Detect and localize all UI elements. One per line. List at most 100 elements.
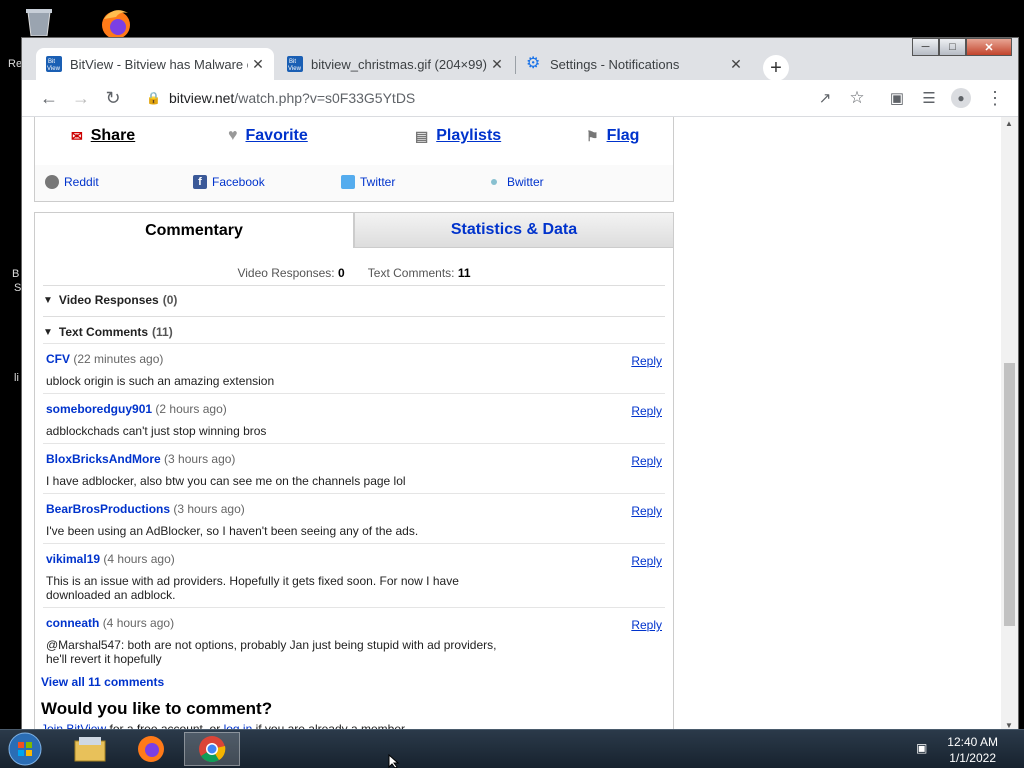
- collapse-triangle-icon: ▼: [43, 294, 53, 306]
- extensions-puzzle-icon[interactable]: ▣: [885, 86, 909, 110]
- browser-toolbar: ← → ↻ 🔒 bitview.net/watch.php?v=s0F33G5Y…: [22, 80, 1018, 117]
- recycle-bin-icon[interactable]: [22, 6, 56, 41]
- heart-icon: ♥: [228, 127, 238, 144]
- comment-username[interactable]: BearBrosProductions: [46, 502, 170, 516]
- section-title: Video Responses: [58, 293, 159, 307]
- comment-prompt-heading: Would you like to comment?: [41, 699, 273, 718]
- text-comments-count: 11: [457, 266, 471, 280]
- bitview-favicon: BitView: [46, 56, 62, 72]
- close-tab-icon[interactable]: ✕: [726, 56, 746, 73]
- comment-text: This is an issue with ad providers. Hope…: [46, 574, 459, 602]
- playlists-label: Playlists: [436, 127, 502, 144]
- clock-date: 1/1/2022: [949, 751, 996, 765]
- reply-link[interactable]: Reply: [631, 354, 662, 368]
- reply-link[interactable]: Reply: [631, 504, 662, 518]
- start-button[interactable]: [5, 731, 45, 767]
- comment-header: CFV (22 minutes ago): [46, 352, 163, 366]
- commentary-panel: Video Responses: 0 Text Comments: 11 ▼ V…: [34, 248, 674, 730]
- svg-text:View: View: [47, 66, 61, 72]
- tab-title: BitView - Bitview has Malware or: [70, 56, 248, 72]
- response-counts: Video Responses: 0 Text Comments: 11: [35, 266, 673, 280]
- address-bar[interactable]: 🔒 bitview.net/watch.php?v=s0F33G5YtDS: [132, 84, 832, 112]
- close-tab-icon[interactable]: ✕: [248, 56, 268, 73]
- network-icon[interactable]: ▣: [916, 741, 932, 755]
- bwitter-label: Bwitter: [507, 175, 544, 189]
- tab-statistics[interactable]: Statistics & Data: [354, 212, 674, 248]
- page-scrollbar[interactable]: ▲ ▼: [1001, 117, 1018, 730]
- browser-tab-settings[interactable]: ⚙ Settings - Notifications ✕: [516, 48, 752, 80]
- playlist-icon: ▤: [415, 127, 429, 144]
- bitview-favicon: BitView: [287, 56, 303, 72]
- lock-icon[interactable]: 🔒: [146, 91, 161, 105]
- browser-tab-bitview[interactable]: Bit View BitView - Bitview has Malware or…: [36, 48, 274, 80]
- view-all-comments-link[interactable]: View all 11 comments: [41, 675, 164, 689]
- taskbar-clock[interactable]: 12:40 AM 1/1/2022: [947, 734, 998, 766]
- new-tab-button[interactable]: +: [763, 55, 789, 81]
- twitter-label: Twitter: [360, 175, 396, 189]
- comment-username[interactable]: CFV: [46, 352, 70, 366]
- flag-label: Flag: [606, 127, 640, 144]
- bwitter-icon: [491, 179, 497, 185]
- taskbar-firefox[interactable]: [123, 732, 179, 766]
- comment-item: BearBrosProductions (3 hours ago) Reply …: [43, 493, 665, 544]
- media-control-icon[interactable]: ☰: [917, 86, 941, 110]
- bwitter-link[interactable]: Bwitter: [491, 175, 544, 189]
- comment-time: (22 minutes ago): [73, 352, 164, 366]
- twitter-link[interactable]: Twitter: [341, 175, 395, 189]
- comment-username[interactable]: vikimal19: [46, 552, 100, 566]
- video-responses-header[interactable]: ▼ Video Responses (0): [43, 285, 665, 315]
- taskbar-chrome[interactable]: [184, 732, 240, 766]
- video-responses-count: 0: [337, 266, 345, 280]
- comment-header: BearBrosProductions (3 hours ago): [46, 502, 245, 516]
- section-count: (0): [162, 293, 178, 307]
- forward-arrow-icon[interactable]: →: [69, 86, 93, 110]
- bookmark-star-icon[interactable]: ☆: [845, 86, 869, 110]
- section-title: Text Comments: [58, 325, 149, 339]
- playlists-button[interactable]: ▤ Playlists: [415, 127, 501, 145]
- close-tab-icon[interactable]: ✕: [487, 56, 507, 73]
- share-page-icon[interactable]: ↗: [813, 86, 837, 110]
- reload-icon[interactable]: ↻: [101, 86, 125, 110]
- comment-item: CFV (22 minutes ago) Reply ublock origin…: [43, 343, 665, 394]
- back-arrow-icon[interactable]: ←: [37, 86, 61, 110]
- url-host: bitview.net: [168, 90, 235, 106]
- comment-text: I've been using an AdBlocker, so I haven…: [46, 524, 419, 538]
- section-count: (11): [152, 325, 173, 339]
- reddit-link[interactable]: Reddit: [45, 175, 99, 189]
- svg-text:Bit: Bit: [48, 59, 55, 65]
- mouse-cursor-icon: [388, 754, 400, 768]
- comment-username[interactable]: BloxBricksAndMore: [46, 452, 161, 466]
- flag-icon: ⚑: [586, 127, 599, 144]
- scroll-thumb[interactable]: [1004, 363, 1015, 626]
- reply-link[interactable]: Reply: [631, 618, 662, 632]
- comment-header: conneath (4 hours ago): [46, 616, 174, 630]
- share-button[interactable]: ✉ Share: [71, 127, 135, 145]
- flag-button[interactable]: ⚑ Flag: [586, 127, 639, 145]
- comment-header: vikimal19 (4 hours ago): [46, 552, 175, 566]
- scroll-up-icon[interactable]: ▲: [1005, 119, 1013, 128]
- reply-link[interactable]: Reply: [631, 404, 662, 418]
- taskbar-file-explorer[interactable]: [62, 732, 118, 766]
- browser-menu-icon[interactable]: ⋮: [983, 86, 1007, 110]
- tab-title: bitview_christmas.gif (204×99): [311, 56, 487, 72]
- comment-text: @Marshal547: both are not options, proba…: [46, 638, 497, 666]
- facebook-link[interactable]: f Facebook: [193, 175, 265, 189]
- gear-icon: ⚙: [526, 55, 541, 72]
- comment-username[interactable]: someboredguy901: [46, 402, 152, 416]
- tab-commentary[interactable]: Commentary: [34, 212, 354, 248]
- facebook-icon: f: [193, 175, 207, 189]
- favorite-button[interactable]: ♥ Favorite: [228, 127, 308, 145]
- desktop-label-fragment: li: [14, 372, 19, 384]
- browser-tab-gif[interactable]: Bit View bitview_christmas.gif (204×99) ✕: [277, 48, 513, 80]
- comment-item: someboredguy901 (2 hours ago) Reply adbl…: [43, 393, 665, 444]
- reddit-label: Reddit: [64, 175, 99, 189]
- comment-time: (3 hours ago): [173, 502, 245, 516]
- comment-username[interactable]: conneath: [46, 616, 99, 630]
- comment-time: (3 hours ago): [164, 452, 236, 466]
- comment-time: (4 hours ago): [103, 552, 175, 566]
- comment-item: BloxBricksAndMore (3 hours ago) Reply I …: [43, 443, 665, 494]
- reply-link[interactable]: Reply: [631, 554, 662, 568]
- reply-link[interactable]: Reply: [631, 454, 662, 468]
- windows-logo-icon: [8, 732, 42, 766]
- profile-avatar-icon[interactable]: ●: [949, 86, 973, 110]
